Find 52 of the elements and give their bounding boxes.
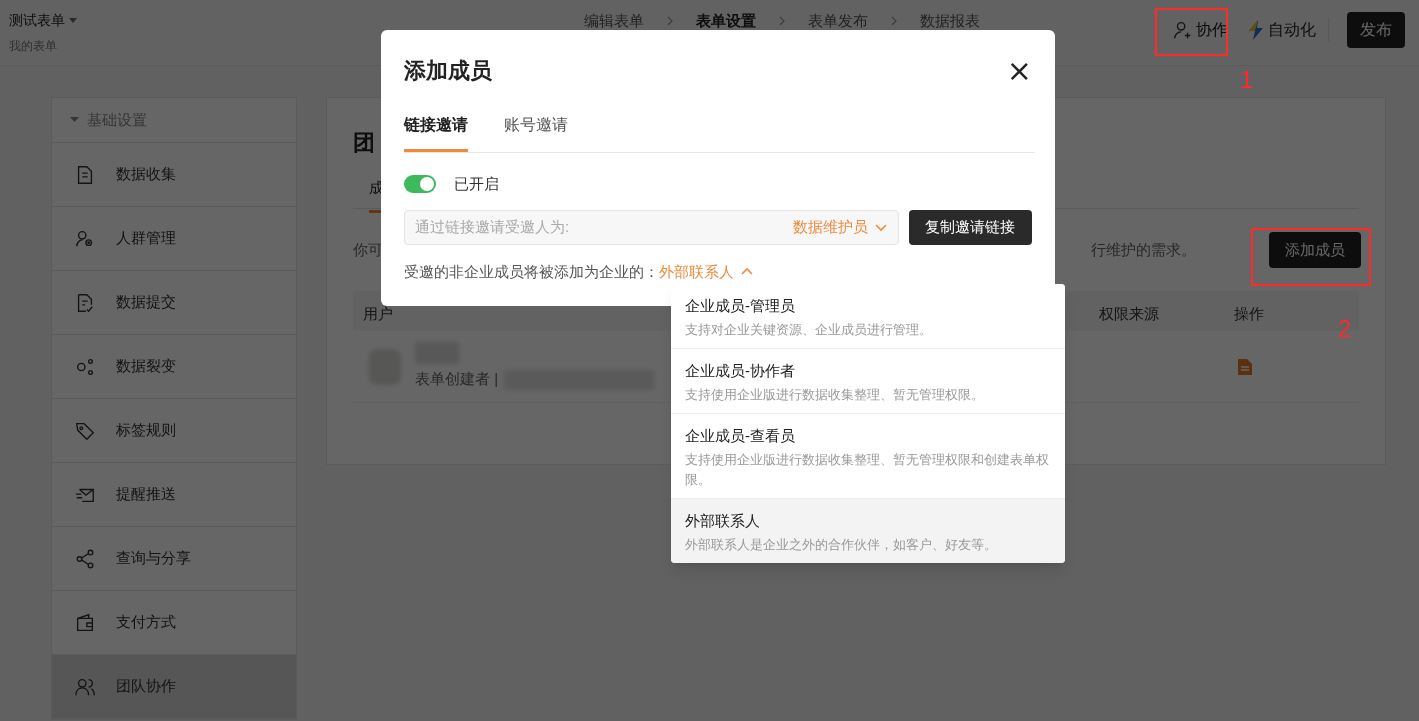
page-title: 团	[353, 129, 375, 157]
form-title[interactable]: 测试表单	[9, 10, 65, 31]
chevron-icon	[778, 16, 786, 27]
dropdown-option[interactable]: 企业成员-协作者 支持使用企业版进行数据收集整理、暂无管理权限。	[671, 348, 1065, 413]
expand-caret-icon[interactable]	[70, 117, 79, 123]
column-header: 操作	[1234, 305, 1264, 322]
step-tab[interactable]: 数据报表	[920, 10, 980, 33]
step-tab[interactable]: 表单设置	[696, 10, 756, 33]
option-description: 外部联系人是企业之外的合作伙伴，如客户、好友等。	[685, 536, 998, 554]
toggle-switch[interactable]	[404, 175, 436, 194]
dropdown-option[interactable]: 企业成员-查看员 支持使用企业版进行数据收集整理、暂无管理权限和创建表单权限。	[671, 413, 1065, 498]
document-icon	[1238, 358, 1253, 375]
modal-tab[interactable]: 账号邀请	[504, 113, 568, 152]
option-title: 企业成员-查看员	[685, 426, 796, 446]
dropdown-option[interactable]: 企业成员-管理员 支持对企业关键资源、企业成员进行管理。	[671, 284, 1065, 348]
lightning-icon	[1248, 20, 1264, 40]
description-text: 行维护的需求。	[1091, 239, 1196, 260]
member-type-select[interactable]: 外部联系人	[659, 260, 754, 283]
add-member-button[interactable]: 添加成员	[1269, 232, 1361, 268]
role-select[interactable]: 数据维护员	[792, 215, 888, 239]
step-tab[interactable]: 编辑表单	[584, 10, 644, 33]
chevron-down-icon	[873, 221, 888, 233]
automation-button[interactable]: 自动化	[1248, 18, 1329, 42]
caret-icon	[69, 17, 77, 24]
option-title: 企业成员-管理员	[685, 296, 796, 316]
copy-link-button[interactable]: 复制邀请链接	[908, 209, 1032, 245]
option-description: 支持使用企业版进行数据收集整理、暂无管理权限。	[685, 386, 985, 404]
option-description: 支持使用企业版进行数据收集整理、暂无管理权限和创建表单权限。	[685, 451, 1050, 489]
toggle-label: 已开启	[454, 174, 499, 194]
modal-tab[interactable]: 链接邀请	[404, 113, 468, 152]
role-text: 表单创建者 |	[415, 369, 499, 390]
annotation-number: 1	[1240, 65, 1254, 95]
close-button[interactable]: ×	[1006, 58, 1032, 83]
publish-button[interactable]: 发布	[1347, 12, 1405, 48]
field-label: 通过链接邀请受邀人为:	[415, 216, 570, 237]
step-tab[interactable]: 表单发布	[808, 10, 868, 33]
collaborate-button[interactable]: 协作	[1170, 14, 1230, 46]
sidebar-item[interactable]: 团队协作	[52, 655, 296, 719]
dropdown-option[interactable]: 外部联系人 外部联系人是企业之外的合作伙伴，如客户、好友等。	[671, 498, 1065, 563]
option-title: 外部联系人	[685, 511, 761, 531]
note-text: 受邀的非企业成员将被添加为企业的：	[404, 261, 659, 282]
invite-role-field[interactable]: 通过链接邀请受邀人为: 数据维护员	[404, 209, 899, 245]
annotation-number: 2	[1338, 314, 1352, 344]
option-title: 企业成员-协作者	[685, 361, 796, 381]
sidebar-item-icon	[74, 547, 96, 570]
sidebar-item-icon	[74, 611, 96, 634]
dialog-title: 添加成员	[404, 57, 492, 85]
option-description: 支持对企业关键资源、企业成员进行管理。	[685, 321, 933, 339]
column-header: 权限来源	[1099, 305, 1159, 322]
chevron-icon	[666, 16, 674, 27]
chevron-icon	[890, 16, 898, 27]
column-header: 用户	[363, 305, 393, 322]
